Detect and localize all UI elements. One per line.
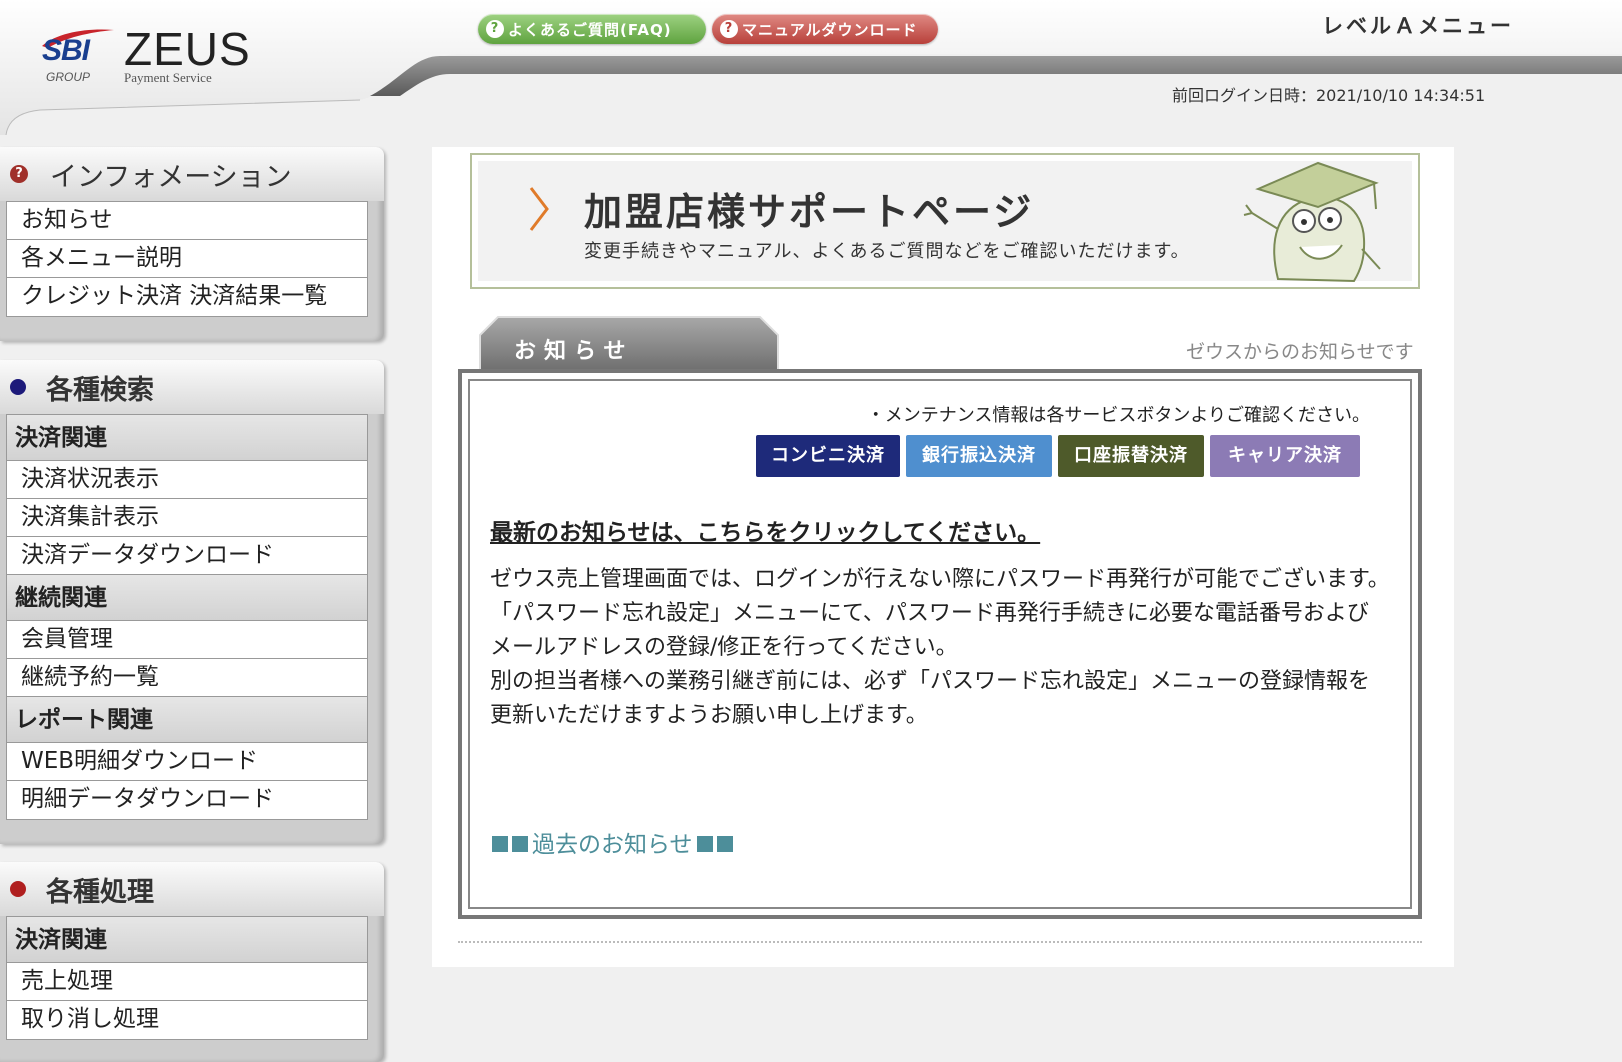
header: SBI ZEUS GROUP Payment Service ? よくあるご質問…: [0, 0, 1622, 135]
question-icon: ?: [486, 20, 504, 38]
sidebar-item-menu-guide[interactable]: 各メニュー説明: [7, 240, 367, 278]
search-panel-title: 各種検索: [46, 374, 154, 406]
latest-notice-link[interactable]: 最新のお知らせは、こちらをクリックしてください。: [490, 513, 1040, 547]
past-notices-link[interactable]: 過去のお知らせ: [492, 825, 737, 859]
notice-box-inner: ・メンテナンス情報は各サービスボタンよりご確認ください。 コンビニ決済 銀行振込…: [468, 379, 1412, 909]
square-icon: [716, 836, 733, 852]
question-icon: ?: [10, 165, 28, 183]
logo-sbi: SBI: [42, 34, 90, 67]
sidebar-item-payment-summary[interactable]: 決済集計表示: [7, 499, 367, 537]
info-menu: お知らせ 各メニュー説明 クレジット決済 決済結果一覧: [6, 201, 368, 317]
process-panel: 各種処理 決済関連 売上処理 取り消し処理: [0, 862, 384, 1062]
logo-group: GROUP: [46, 70, 91, 84]
notice-box: ・メンテナンス情報は各サービスボタンよりご確認ください。 コンビニ決済 銀行振込…: [458, 369, 1422, 919]
sidebar-item-statement-download[interactable]: 明細データダウンロード: [7, 781, 367, 819]
notice-tab-label: お知らせ: [514, 339, 634, 364]
search-panel: 各種検索 決済関連 決済状況表示 決済集計表示 決済データダウンロード 継続関連…: [0, 360, 384, 844]
notice-paragraph: 別の担当者様への業務引継ぎ前には、必ず「パスワード忘れ設定」メニューの登録情報を…: [490, 669, 1371, 728]
info-panel-title: インフォメーション: [50, 161, 292, 193]
main-content: 加盟店様サポートページ 変更手続きやマニュアル、よくあるご質問などをご確認いただ…: [432, 147, 1454, 967]
account-transfer-payment-button[interactable]: 口座振替決済: [1058, 435, 1204, 477]
search-menu: 決済関連 決済状況表示 決済集計表示 決済データダウンロード 継続関連 会員管理…: [6, 414, 368, 820]
info-panel-header: ? インフォメーション: [0, 147, 384, 201]
support-page-banner[interactable]: 加盟店様サポートページ 変更手続きやマニュアル、よくあるご質問などをご確認いただ…: [470, 153, 1420, 289]
process-menu: 決済関連 売上処理 取り消し処理: [6, 916, 368, 1040]
notice-body: ゼウス売上管理画面では、ログインが行えない際にパスワード再発行が可能でございます…: [490, 563, 1390, 733]
category-subscription: 継続関連: [7, 575, 367, 621]
category-payment: 決済関連: [7, 917, 367, 963]
category-report: レポート関連: [7, 697, 367, 743]
bullet-icon: [10, 881, 26, 897]
faq-button[interactable]: ? よくあるご質問(FAQ): [478, 14, 706, 44]
maintenance-note: ・メンテナンス情報は各サービスボタンよりご確認ください。: [866, 405, 1370, 426]
logo-tagline: Payment Service: [124, 70, 212, 85]
sidebar-item-sales-process[interactable]: 売上処理: [7, 963, 367, 1001]
square-icon: [696, 836, 713, 852]
square-icon: [512, 836, 528, 852]
sidebar-item-subscription-list[interactable]: 継続予約一覧: [7, 659, 367, 697]
chevron-right-icon: [529, 187, 549, 231]
process-panel-title: 各種処理: [46, 876, 154, 908]
sidebar-item-cancel-process[interactable]: 取り消し処理: [7, 1001, 367, 1039]
sidebar-item-member-management[interactable]: 会員管理: [7, 621, 367, 659]
category-payment: 決済関連: [7, 415, 367, 461]
question-icon: ?: [720, 20, 738, 38]
past-notices-label: 過去のお知らせ: [532, 832, 693, 858]
manual-download-button[interactable]: ? マニュアルダウンロード: [712, 14, 938, 44]
sbi-zeus-logo: SBI ZEUS GROUP Payment Service: [38, 22, 250, 86]
sidebar-item-credit-results[interactable]: クレジット決済 決済結果一覧: [7, 278, 367, 316]
bank-transfer-payment-button[interactable]: 銀行振込決済: [906, 435, 1052, 477]
notice-subtitle: ゼウスからのお知らせです: [1186, 341, 1414, 363]
notice-paragraph: 「パスワード忘れ設定」メニューにて、パスワード再発行手続きに必要な電話番号および…: [490, 601, 1369, 660]
logo-zeus: ZEUS: [124, 23, 251, 75]
mascot-icon: [1243, 161, 1381, 283]
square-icon: [492, 836, 508, 852]
last-login-time: 前回ログイン日時：2021/10/10 14:34:51: [1172, 86, 1486, 105]
banner-title: 加盟店様サポートページ: [584, 190, 1035, 234]
process-panel-header: 各種処理: [0, 862, 384, 916]
info-panel: ? インフォメーション お知らせ 各メニュー説明 クレジット決済 決済結果一覧: [0, 147, 384, 341]
convenience-store-payment-button[interactable]: コンビニ決済: [756, 435, 900, 477]
divider: [458, 941, 1422, 943]
level-menu-title: レベルＡメニュー: [1322, 14, 1514, 38]
banner-subtitle: 変更手続きやマニュアル、よくあるご質問などをご確認いただけます。: [584, 241, 1190, 262]
bullet-icon: [10, 379, 26, 395]
faq-button-label: よくあるご質問(FAQ): [508, 20, 672, 39]
search-panel-header: 各種検索: [0, 360, 384, 414]
manual-button-label: マニュアルダウンロード: [742, 20, 918, 39]
sidebar-item-web-statement[interactable]: WEB明細ダウンロード: [7, 743, 367, 781]
sidebar-item-notice[interactable]: お知らせ: [7, 202, 367, 240]
sidebar-item-payment-download[interactable]: 決済データダウンロード: [7, 537, 367, 575]
notice-paragraph: ゼウス売上管理画面では、ログインが行えない際にパスワード再発行が可能でございます…: [490, 567, 1390, 592]
carrier-payment-button[interactable]: キャリア決済: [1210, 435, 1360, 477]
sidebar-item-payment-status[interactable]: 決済状況表示: [7, 461, 367, 499]
